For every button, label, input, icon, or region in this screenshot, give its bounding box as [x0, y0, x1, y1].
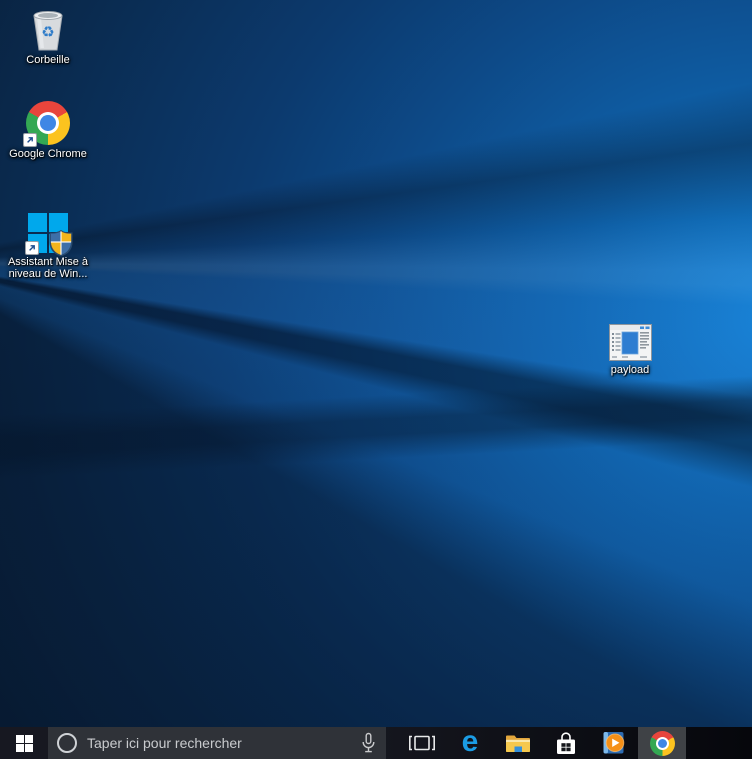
edge-icon: e [462, 727, 479, 757]
uac-shield-icon [48, 229, 74, 257]
shortcut-arrow-icon [23, 133, 37, 147]
search-placeholder: Taper ici pour rechercher [87, 735, 350, 751]
desktop-icon-google-chrome[interactable]: Google Chrome [2, 99, 94, 160]
taskbar: Taper ici pour rechercher e [0, 727, 752, 759]
desktop-icon-label: Google Chrome [9, 148, 87, 160]
shortcut-arrow-icon [25, 241, 39, 255]
store-button[interactable] [542, 727, 590, 759]
svg-text:♻: ♻ [41, 23, 54, 41]
microphone-icon[interactable] [360, 732, 377, 754]
desktop-icon-recycle-bin[interactable]: ♻ Corbeille [2, 5, 94, 66]
desktop-icon-label: Assistant Mise à niveau de Win... [8, 256, 88, 280]
taskbar-spacer [386, 727, 398, 759]
media-player-icon [601, 730, 627, 756]
file-explorer-icon [505, 733, 531, 754]
media-player-button[interactable] [590, 727, 638, 759]
microsoft-store-icon [554, 731, 578, 756]
taskbar-search-box[interactable]: Taper ici pour rechercher [48, 727, 386, 759]
chrome-icon [650, 731, 675, 756]
desktop-icon-upgrade-assistant[interactable]: Assistant Mise à niveau de Win... [2, 203, 94, 280]
task-view-icon [408, 733, 436, 753]
screen: ♻ Corbeille Google Chrome [0, 0, 752, 759]
cortana-circle-icon [57, 733, 77, 753]
application-exe-icon [609, 324, 652, 361]
desktop-wallpaper[interactable] [0, 0, 752, 759]
recycle-bin-icon: ♻ [26, 5, 70, 51]
desktop-icon-payload[interactable]: payload [584, 321, 676, 376]
windows-start-icon [16, 735, 33, 752]
edge-button[interactable]: e [446, 727, 494, 759]
desktop-icon-label: Corbeille [26, 54, 69, 66]
desktop-icon-label: payload [611, 364, 650, 376]
file-explorer-button[interactable] [494, 727, 542, 759]
start-button[interactable] [0, 727, 48, 759]
chrome-taskbar-button[interactable] [638, 727, 686, 759]
task-view-button[interactable] [398, 727, 446, 759]
